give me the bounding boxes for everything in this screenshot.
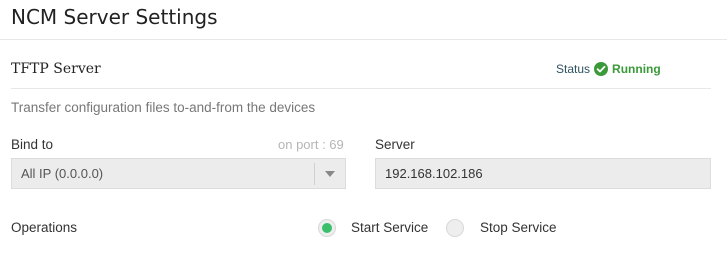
server-address-input[interactable] bbox=[375, 158, 711, 189]
stop-service-label[interactable]: Stop Service bbox=[480, 220, 557, 235]
title-divider bbox=[0, 39, 727, 40]
bind-to-selected-value: All IP (0.0.0.0) bbox=[21, 166, 104, 181]
operations-label: Operations bbox=[11, 220, 78, 235]
port-hint: on port : 69 bbox=[278, 137, 344, 152]
caret-down-icon[interactable] bbox=[325, 171, 335, 177]
check-circle-icon bbox=[594, 62, 609, 76]
page-title: NCM Server Settings bbox=[11, 5, 218, 29]
start-service-label[interactable]: Start Service bbox=[351, 220, 428, 235]
start-service-radio[interactable] bbox=[318, 219, 336, 237]
bind-to-label: Bind to bbox=[11, 137, 54, 152]
select-divider bbox=[314, 163, 315, 185]
radio-selected-dot bbox=[322, 223, 332, 233]
server-label: Server bbox=[375, 137, 415, 152]
status-label: Status bbox=[556, 62, 591, 76]
status-value: Running bbox=[612, 62, 661, 76]
section-description: Transfer configuration files to-and-from… bbox=[11, 100, 316, 115]
section-title: TFTP Server bbox=[11, 61, 101, 77]
stop-service-radio[interactable] bbox=[446, 219, 464, 237]
section-divider bbox=[11, 88, 711, 89]
bind-to-select[interactable]: All IP (0.0.0.0) bbox=[11, 158, 346, 189]
status-indicator: Status Running bbox=[556, 62, 661, 76]
